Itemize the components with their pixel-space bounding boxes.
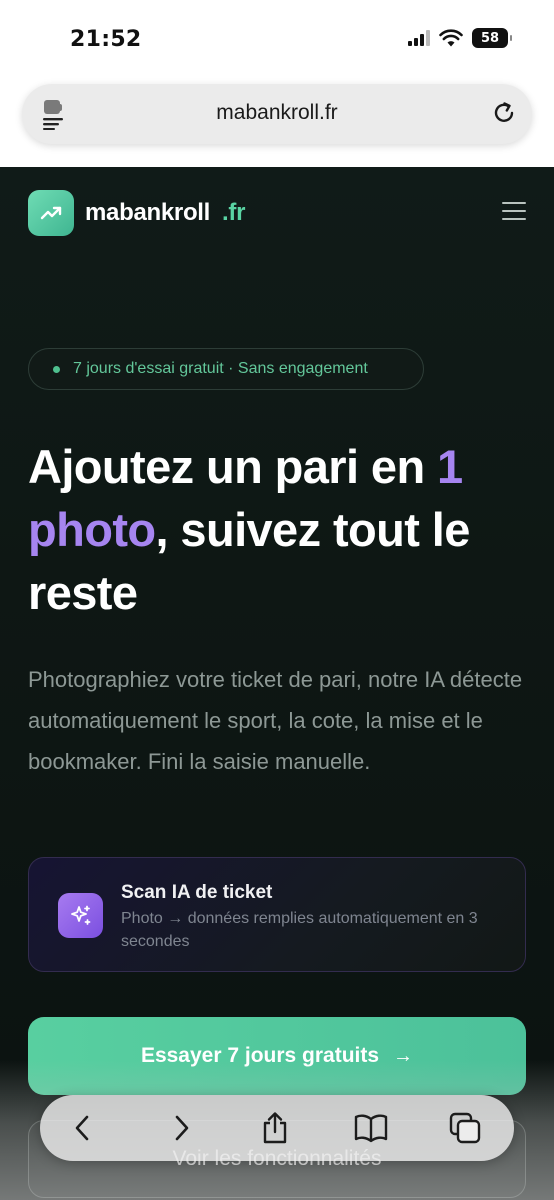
sparkles-icon [58,893,103,938]
back-button[interactable] [64,1109,102,1147]
arrow-right-icon: → [393,1044,414,1067]
hero-title: Ajoutez un pari en 1 photo, suivez tout … [28,435,528,624]
bookmarks-button[interactable] [352,1109,390,1147]
hero-description: Photographiez votre ticket de pari, notr… [28,667,523,774]
book-icon [354,1114,388,1143]
tabs-icon [449,1112,481,1144]
feature-card-scan: Scan IA de ticket Photo → données rempli… [28,857,526,972]
hero-title-part1: Ajoutez un pari en [28,440,438,493]
trending-up-icon [40,206,62,220]
status-time: 21:52 [70,27,142,52]
wifi-icon [439,29,463,47]
feature-title: Scan IA de ticket [121,882,273,903]
logo[interactable] [28,190,74,236]
brand-name[interactable]: mabankroll .fr [85,199,245,227]
hamburger-menu-icon[interactable] [502,202,526,222]
cellular-signal-icon [408,30,430,46]
start-trial-button[interactable]: Essayer 7 jours gratuits → [28,1017,526,1095]
feature-subtitle: Photo → données remplies automatiquement… [121,910,478,950]
forward-button[interactable] [162,1109,200,1147]
site-header: mabankroll .fr [28,190,526,236]
address-bar[interactable]: mabankroll.fr [22,84,532,144]
url-text[interactable]: mabankroll.fr [22,101,532,125]
reload-icon[interactable] [490,99,518,127]
chevron-right-icon [175,1115,189,1141]
web-page: mabankroll .fr 7 jours d'essai gratuit · … [0,167,554,1200]
brand-text: mabankroll [85,199,211,226]
browser-toolbar [40,1095,514,1161]
battery-icon: 58 [472,28,512,48]
share-icon [263,1112,287,1144]
browser-chrome: 21:52 58 mabankroll.fr [0,0,554,167]
trial-badge-text: 7 jours d'essai gratuit · Sans engagemen… [73,360,368,377]
start-trial-label: Essayer 7 jours gratuits [140,1044,380,1067]
status-icons: 58 [408,28,512,48]
brand-tld: .fr [222,199,246,226]
tabs-button[interactable] [446,1109,484,1147]
status-dot [53,365,60,373]
chevron-left-icon [75,1115,89,1141]
share-button[interactable] [256,1109,294,1147]
trial-badge: 7 jours d'essai gratuit · Sans engagemen… [28,348,424,390]
